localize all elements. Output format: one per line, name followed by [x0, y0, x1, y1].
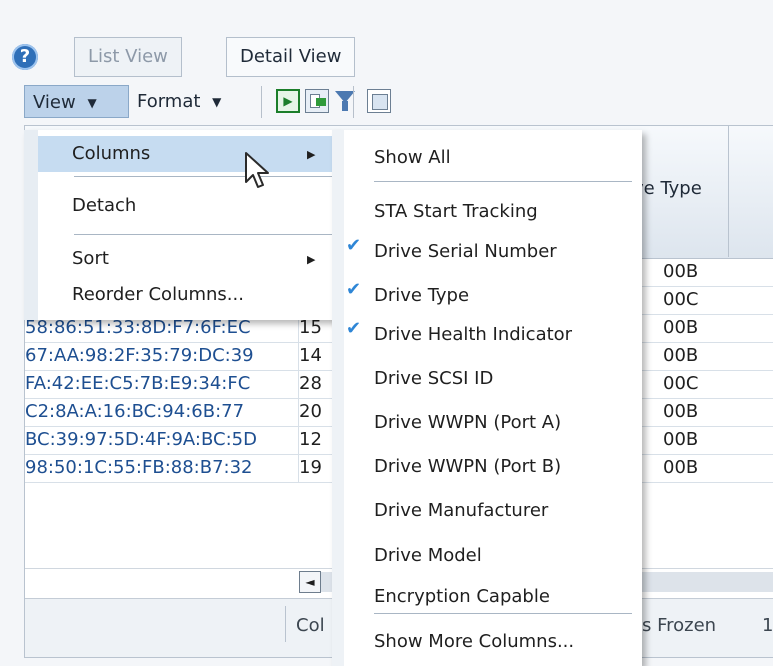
status-divider [285, 606, 286, 642]
status-columns-text: Col [296, 615, 325, 636]
status-frozen-text: s Frozen [642, 615, 717, 636]
submenu-arrow-icon: ▶ [307, 253, 316, 266]
menu-divider [74, 234, 334, 235]
column-option[interactable]: Drive Manufacturer [374, 493, 548, 529]
column-option[interactable]: STA Start Tracking [374, 194, 538, 230]
column-option[interactable]: Drive WWPN (Port A) [374, 405, 561, 441]
type-cell: 00B [663, 457, 699, 478]
number-cell: 14 [298, 342, 333, 370]
menu-item-sort[interactable]: Sort [38, 241, 336, 277]
serial-cell: 67:AA:98:2F:35:79:DC:39 [25, 345, 254, 366]
serial-cell: BC:39:97:5D:4F:9A:BC:5D [25, 429, 257, 450]
menu-item-label: Detach [72, 195, 137, 216]
detach-icon[interactable]: ▶ [276, 89, 300, 113]
number-cell: 20 [298, 398, 333, 426]
columns-submenu: Show All STA Start Tracking ✔ Drive Seri… [332, 130, 642, 666]
checkmark-icon: ✔ [346, 279, 362, 300]
tab-list-view[interactable]: List View [74, 37, 182, 77]
menu-item-label: Sort [72, 248, 109, 269]
menu-divider [374, 181, 632, 182]
column-option[interactable]: Drive Serial Number [374, 234, 557, 270]
column-option[interactable]: Encryption Capable [374, 579, 550, 615]
number-cell: 19 [298, 454, 333, 482]
type-cell: 00C [663, 373, 699, 394]
view-menu: Columns ▶ Detach Sort ▶ Reorder Columns.… [24, 130, 336, 320]
menu-divider [74, 176, 334, 177]
format-menu-label: Format [137, 91, 201, 112]
column-divider [728, 126, 729, 257]
chevron-down-icon: ▼ [212, 94, 222, 109]
type-cell: 00B [663, 401, 699, 422]
chevron-down-icon: ▼ [87, 95, 97, 110]
filter-icon[interactable] [334, 89, 358, 113]
number-cell: 12 [298, 426, 333, 454]
column-option[interactable]: Drive Model [374, 538, 482, 574]
column-option[interactable]: Drive Health Indicator [374, 317, 572, 353]
toolbar-divider [353, 86, 354, 118]
column-header-drive-type[interactable]: ve Type [633, 178, 702, 199]
format-menu-button[interactable]: Format ▼ [129, 85, 229, 118]
menu-item-show-more-columns[interactable]: Show More Columns... [374, 624, 574, 660]
menu-gutter [332, 130, 344, 666]
menu-item-reorder-columns[interactable]: Reorder Columns... [38, 277, 336, 313]
type-cell: 00B [663, 317, 699, 338]
view-menu-button[interactable]: View ▼ [24, 85, 129, 118]
submenu-arrow-icon: ▶ [307, 148, 316, 161]
fill-icon[interactable] [367, 89, 391, 113]
menu-item-columns[interactable]: Columns [38, 136, 336, 172]
column-option[interactable]: Drive SCSI ID [374, 361, 493, 397]
menu-item-label: Columns [72, 143, 151, 164]
help-icon[interactable]: ? [12, 44, 38, 70]
serial-cell: FA:42:EE:C5:7B:E9:34:FC [25, 373, 251, 394]
mouse-cursor-icon [245, 152, 269, 188]
menu-item-detach[interactable]: Detach [38, 188, 336, 224]
menu-item-show-all[interactable]: Show All [374, 140, 451, 176]
view-menu-label: View [33, 92, 76, 113]
column-option[interactable]: Drive Type [374, 278, 469, 314]
menu-gutter [24, 130, 38, 320]
type-cell: 00C [663, 289, 699, 310]
number-cell: 28 [298, 370, 333, 398]
checkmark-icon: ✔ [346, 235, 362, 256]
serial-cell: 98:50:1C:55:FB:88:B7:32 [25, 457, 253, 478]
export-icon[interactable] [305, 89, 329, 113]
status-count-text: 1 [762, 615, 773, 636]
checkmark-icon: ✔ [346, 318, 362, 339]
menu-divider [374, 613, 632, 614]
tab-detail-view[interactable]: Detail View [226, 37, 356, 77]
scroll-left-icon[interactable]: ◄ [299, 571, 321, 593]
serial-cell: C2:8A:A:16:BC:94:6B:77 [25, 401, 245, 422]
toolbar-divider [261, 86, 262, 118]
column-option[interactable]: Drive WWPN (Port B) [374, 449, 561, 485]
type-cell: 00B [663, 261, 699, 282]
type-cell: 00B [663, 429, 699, 450]
type-cell: 00B [663, 345, 699, 366]
menu-item-label: Reorder Columns... [72, 284, 244, 305]
